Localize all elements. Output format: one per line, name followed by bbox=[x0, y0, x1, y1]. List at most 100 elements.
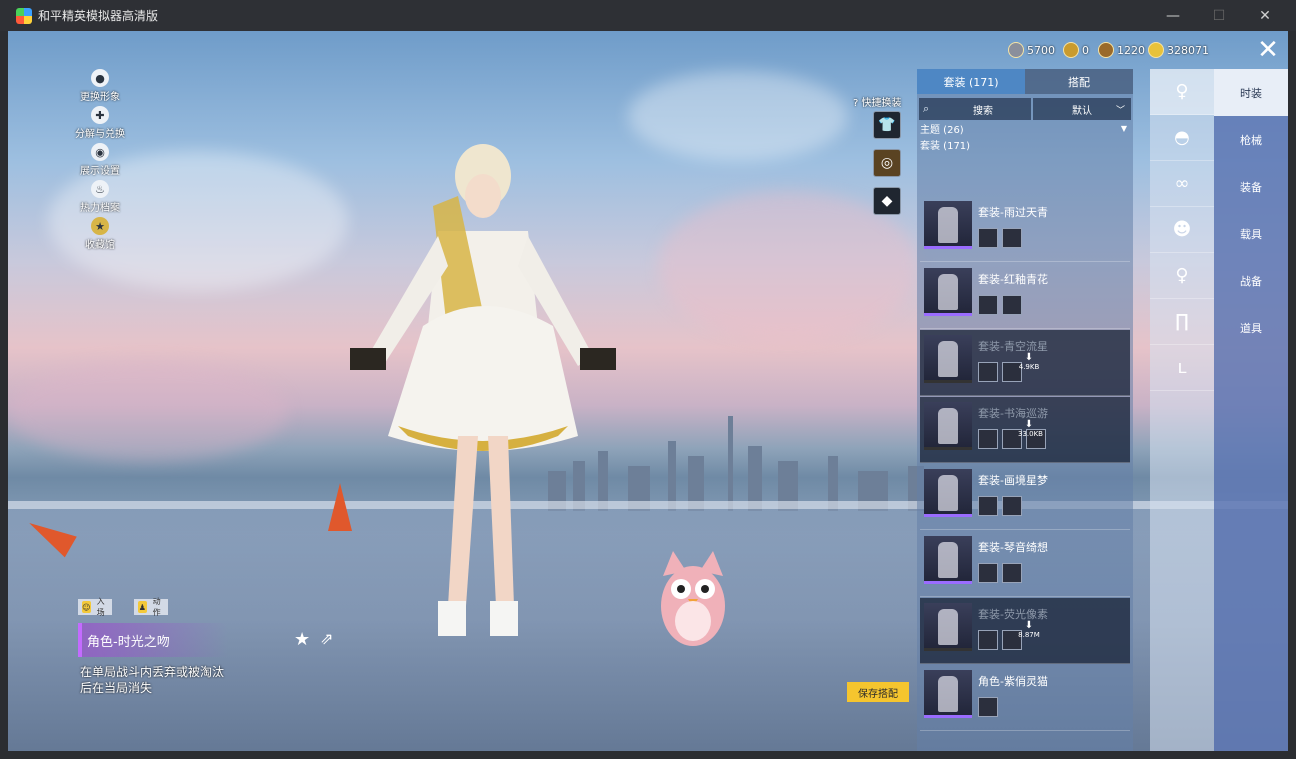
goggles-icon[interactable]: ∞ bbox=[1150, 161, 1214, 207]
currency-value: 5700 bbox=[1027, 43, 1055, 57]
suit-section-header: 套装 (171) bbox=[917, 136, 1133, 152]
entrance-action-button[interactable]: ☺ 入场 bbox=[78, 597, 112, 617]
sort-value: 默认 bbox=[1071, 105, 1092, 117]
list-item[interactable]: 套装-雨过天青 bbox=[920, 196, 1130, 262]
cloud bbox=[628, 71, 848, 161]
puzzle-icon: ✚ bbox=[91, 106, 109, 124]
action-label: 动作 bbox=[152, 597, 161, 617]
eye-icon: ◉ bbox=[91, 143, 109, 161]
silver-coin-icon bbox=[1008, 42, 1024, 58]
suit-thumbnail bbox=[924, 469, 972, 517]
badge-icon: ★ bbox=[91, 217, 109, 235]
theme-section-header[interactable]: 主题 (26) ▼ bbox=[917, 120, 1133, 136]
download-indicator[interactable]: ⬇ 8.87M bbox=[1018, 620, 1040, 639]
download-icon: ⬇ bbox=[1024, 620, 1034, 631]
tab-equipment[interactable]: 装备 bbox=[1214, 163, 1288, 210]
menu-collection[interactable]: ★ 收藏馆 bbox=[70, 217, 130, 254]
part-thumbnail bbox=[1002, 295, 1022, 315]
list-item[interactable]: 套装-红釉青花 bbox=[920, 263, 1130, 329]
tab-vehicles[interactable]: 载具 bbox=[1214, 210, 1288, 257]
quick-swap-outfit-button[interactable]: 👕 bbox=[873, 111, 901, 139]
list-item[interactable]: 套装-荧光像素 ⬇ 8.87M bbox=[920, 598, 1130, 664]
menu-heat-archive[interactable]: ♨ 热力档案 bbox=[70, 180, 130, 217]
minimize-button[interactable]: — bbox=[1150, 0, 1196, 31]
part-thumbnail bbox=[1002, 496, 1022, 516]
part-thumbnail bbox=[978, 295, 998, 315]
part-thumbnail bbox=[978, 496, 998, 516]
help-icon[interactable]: ? bbox=[853, 98, 858, 109]
title-bar: 和平精英模拟器高清版 — ☐ ✕ bbox=[0, 0, 1296, 31]
tab-fashion[interactable]: 时装 bbox=[1214, 69, 1288, 116]
suit-name: 套装-雨过天青 bbox=[978, 206, 1048, 219]
list-item[interactable]: 套装-琴音绮想 bbox=[920, 531, 1130, 597]
tab-gear[interactable]: 战备 bbox=[1214, 257, 1288, 304]
maximize-button[interactable]: ☐ bbox=[1196, 0, 1242, 31]
list-item[interactable]: 套装-青空流星 ⬇ 4.9KB bbox=[920, 330, 1130, 396]
mask-icon[interactable]: ☻ bbox=[1150, 207, 1214, 253]
suit-name: 角色-紫俏灵猫 bbox=[978, 675, 1048, 688]
app-logo-icon bbox=[16, 7, 32, 24]
emulator-window: 和平精英模拟器高清版 — ☐ ✕ ● 更换形象 ✚ 分解与兑换 ◉ 展示设置 ♨… bbox=[0, 0, 1296, 759]
menu-label: 分解与兑换 bbox=[75, 129, 125, 140]
gem-icon: ◆ bbox=[881, 193, 893, 209]
part-thumbnail bbox=[978, 362, 998, 382]
quick-swap-text: 快捷换装 bbox=[861, 98, 902, 109]
sort-dropdown[interactable]: 默认 ﹀ bbox=[1032, 98, 1131, 120]
person-icon: ♟ bbox=[138, 601, 147, 613]
player-character[interactable] bbox=[338, 136, 628, 656]
suit-header-text: 套装 (171) bbox=[920, 140, 971, 152]
tab-suits[interactable]: 套装 (171) bbox=[917, 69, 1025, 94]
tab-guns[interactable]: 枪械 bbox=[1214, 116, 1288, 163]
suit-name: 套装-红釉青花 bbox=[978, 273, 1048, 286]
close-icon[interactable]: ✕ bbox=[1256, 37, 1280, 63]
hat-icon[interactable]: ◓ bbox=[1150, 115, 1214, 161]
part-thumbnail bbox=[978, 228, 998, 248]
panel-tabs: 套装 (171) 搭配 bbox=[917, 69, 1133, 94]
shoes-icon[interactable]: ʟ bbox=[1150, 345, 1214, 391]
part-thumbnail bbox=[978, 429, 998, 449]
emote-action-button[interactable]: ♟ 动作 bbox=[134, 597, 168, 617]
close-window-button[interactable]: ✕ bbox=[1242, 0, 1288, 31]
suit-thumbnail bbox=[924, 335, 972, 383]
download-icon: ⬇ bbox=[1024, 352, 1034, 363]
tab-props[interactable]: 道具 bbox=[1214, 304, 1288, 351]
theme-header-text: 主题 (26) bbox=[920, 124, 964, 136]
part-thumbnail bbox=[978, 697, 998, 717]
avatar-icon: ● bbox=[91, 69, 109, 87]
menu-decompose-exchange[interactable]: ✚ 分解与兑换 bbox=[70, 106, 130, 143]
list-item[interactable]: 套装-画境星梦 bbox=[920, 464, 1130, 530]
menu-change-appearance[interactable]: ● 更换形象 bbox=[70, 69, 130, 106]
menu-label: 展示设置 bbox=[80, 166, 120, 177]
list-item[interactable]: 套装-书海巡游 ⬇ 33.0KB bbox=[920, 397, 1130, 463]
share-icon[interactable]: ⇗ bbox=[320, 629, 333, 648]
tab-combos[interactable]: 搭配 bbox=[1025, 69, 1133, 94]
ticket-coin-icon bbox=[1148, 42, 1164, 58]
favorite-star-icon[interactable]: ★ bbox=[294, 629, 310, 650]
suit-thumbnail bbox=[924, 268, 972, 316]
quick-swap-gem-button[interactable]: ◆ bbox=[873, 187, 901, 215]
download-indicator[interactable]: ⬇ 33.0KB bbox=[1018, 419, 1043, 438]
download-indicator[interactable]: ⬇ 4.9KB bbox=[1018, 352, 1040, 371]
download-size: 4.9KB bbox=[1018, 363, 1040, 371]
menu-label: 收藏馆 bbox=[85, 240, 115, 251]
flame-icon: ♨ bbox=[91, 180, 109, 198]
pants-icon[interactable]: ∏ bbox=[1150, 299, 1214, 345]
menu-display-settings[interactable]: ◉ 展示设置 bbox=[70, 143, 130, 180]
top-icon[interactable]: ♀ bbox=[1150, 253, 1214, 299]
currency-gold: 0 bbox=[1063, 41, 1089, 59]
part-thumbnail bbox=[978, 630, 998, 650]
suit-name: 套装-画境星梦 bbox=[978, 474, 1048, 487]
currency-value: 0 bbox=[1082, 43, 1089, 57]
outfit-icon[interactable]: ♀ bbox=[1150, 69, 1214, 115]
search-icon: ⌕ bbox=[923, 102, 930, 115]
save-outfit-button[interactable]: 保存搭配 bbox=[847, 682, 909, 702]
list-item[interactable]: 角色-紫俏灵猫 bbox=[920, 665, 1130, 731]
smile-icon: ☺ bbox=[82, 601, 91, 613]
search-input[interactable]: ⌕ 搜索 bbox=[919, 98, 1031, 120]
quick-swap-emblem-button[interactable]: ◎ bbox=[873, 149, 901, 177]
part-thumbnail bbox=[978, 563, 998, 583]
pet-companion[interactable] bbox=[648, 541, 738, 661]
suit-thumbnail bbox=[924, 670, 972, 718]
shirt-icon: 👕 bbox=[878, 117, 896, 133]
window-title: 和平精英模拟器高清版 bbox=[38, 9, 159, 23]
